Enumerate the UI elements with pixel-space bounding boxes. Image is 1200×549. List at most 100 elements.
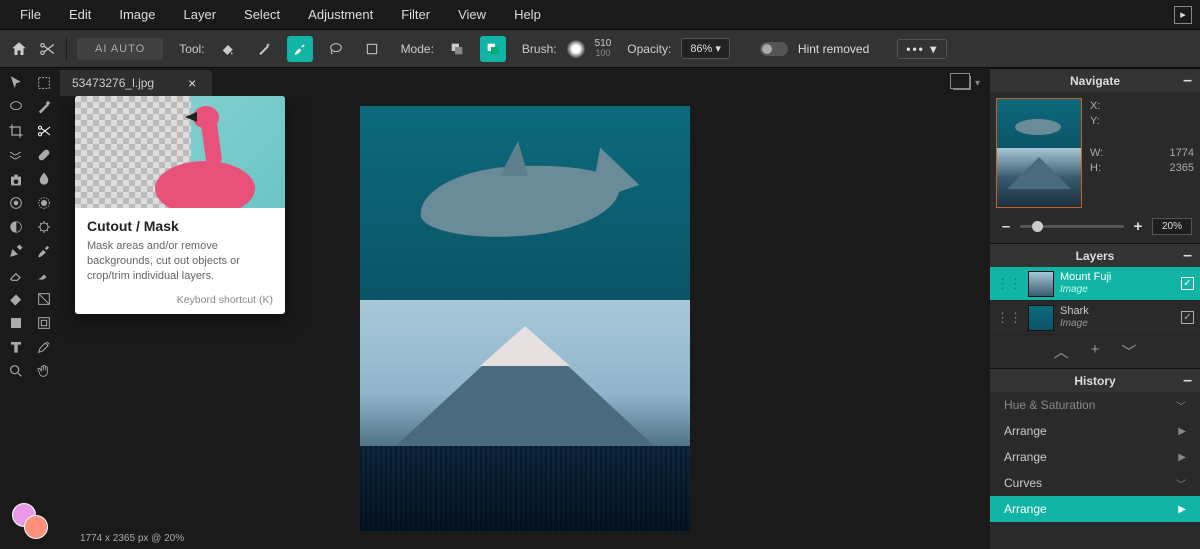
tool-fill-icon[interactable] [215,36,241,62]
sponge-tool-icon[interactable] [35,194,53,212]
history-panel-header[interactable]: History– [990,368,1200,392]
layer-name: Shark [1060,305,1175,318]
scissors-icon[interactable] [38,40,56,58]
lasso-tool-icon[interactable] [7,98,25,116]
pen-tool-icon[interactable] [7,242,25,260]
hint-toggle[interactable] [760,42,788,56]
hand-tool-icon[interactable] [35,362,53,380]
play-icon: ▶ [1178,426,1186,437]
gradient-tool-icon[interactable] [35,290,53,308]
layer-name: Mount Fuji [1060,271,1175,284]
zoom-slider[interactable] [1020,225,1124,228]
opacity-dropdown[interactable]: 86% ▾ [681,38,730,59]
text-tool-icon[interactable] [7,338,25,356]
close-tab-icon[interactable]: × [184,75,200,91]
home-icon[interactable] [10,40,28,58]
play-icon: ▶ [1178,452,1186,463]
status-bar: 1774 x 2365 px @ 20% [60,531,990,549]
more-options-button[interactable]: ••• ▾ [897,39,947,59]
zoom-value[interactable]: 20% [1152,218,1192,235]
liquify-tool-icon[interactable] [7,146,25,164]
chevron-down-icon: ﹀ [1176,398,1186,413]
fill-tool-icon[interactable] [7,290,25,308]
history-item[interactable]: Hue & Saturation﹀ [990,392,1200,418]
document-tabs: 53473276_l.jpg × ▾ [60,68,990,96]
drag-handle-icon[interactable]: ⋮⋮ [996,310,1022,326]
toggle-panels-icon[interactable]: ▸ [1174,6,1192,24]
menu-adjustment[interactable]: Adjustment [296,3,385,26]
nav-x-label: X: [1090,100,1100,112]
layers-panel: ⋮⋮ Mount FujiImage ✓ ⋮⋮ SharkImage ✓ ︿ +… [990,267,1200,368]
color-swatches[interactable] [12,503,48,539]
tool-shape-icon[interactable] [359,36,385,62]
dodge-tool-icon[interactable] [7,218,25,236]
menu-select[interactable]: Select [232,3,292,26]
eraser-tool-icon[interactable] [7,266,25,284]
layer-visibility-checkbox[interactable]: ✓ [1181,311,1194,324]
zoom-out-button[interactable]: – [998,218,1014,235]
zoom-in-button[interactable]: + [1130,218,1146,235]
arrow-tool-icon[interactable] [7,74,25,92]
zoom-tool-icon[interactable] [7,362,25,380]
canvas[interactable] [360,106,690,531]
layer-up-icon[interactable]: ︿ [1054,341,1069,362]
minimize-icon[interactable]: – [1183,72,1192,90]
opacity-label: Opacity: [627,42,671,56]
marquee-tool-icon[interactable] [35,74,53,92]
tool-wand-icon[interactable] [251,36,277,62]
history-item[interactable]: Arrange▶ [990,418,1200,444]
brush-size-value[interactable]: 510100 [595,39,612,58]
hint-label: Hint removed [798,42,869,56]
layer-visibility-checkbox[interactable]: ✓ [1181,277,1194,290]
smudge-tool-icon[interactable] [35,266,53,284]
mode-subtract-icon[interactable] [480,36,506,62]
brush-tool-icon[interactable] [35,242,53,260]
layer-item[interactable]: ⋮⋮ Mount FujiImage ✓ [990,267,1200,301]
history-item[interactable]: Arrange▶ [990,444,1200,470]
heal-tool-icon[interactable] [35,146,53,164]
layer-thumbnail[interactable] [1028,271,1054,297]
burn-tool-icon[interactable] [35,218,53,236]
clone-tool-icon[interactable] [7,170,25,188]
blur-tool-icon[interactable] [35,170,53,188]
tool-lasso-icon[interactable] [323,36,349,62]
picker-tool-icon[interactable] [35,338,53,356]
cutout-tool-icon[interactable] [35,122,53,140]
document-tab[interactable]: 53473276_l.jpg × [60,70,212,96]
window-arrange-icon[interactable] [953,76,971,90]
canvas-layer-shark [360,106,690,300]
menu-layer[interactable]: Layer [172,3,229,26]
navigator-thumbnail[interactable] [996,98,1082,208]
minimize-icon[interactable]: – [1183,372,1192,390]
layer-item[interactable]: ⋮⋮ SharkImage ✓ [990,301,1200,335]
nav-h-label: H: [1090,162,1101,174]
frame-tool-icon[interactable] [35,314,53,332]
history-item[interactable]: Curves﹀ [990,470,1200,496]
brush-label: Brush: [522,42,557,56]
ai-auto-button[interactable]: AI AUTO [77,38,163,60]
nav-w-label: W: [1090,147,1103,159]
wand-tool-icon[interactable] [35,98,53,116]
layer-add-icon[interactable]: + [1091,341,1100,362]
brush-preview-icon[interactable] [567,40,585,58]
toolbox [0,68,60,549]
layers-panel-header[interactable]: Layers– [990,243,1200,267]
menu-image[interactable]: Image [107,3,167,26]
menu-file[interactable]: File [8,3,53,26]
menu-help[interactable]: Help [502,3,553,26]
menu-view[interactable]: View [446,3,498,26]
crop-tool-icon[interactable] [7,122,25,140]
layer-thumbnail[interactable] [1028,305,1054,331]
mode-add-icon[interactable] [444,36,470,62]
detail-tool-icon[interactable] [7,194,25,212]
drag-handle-icon[interactable]: ⋮⋮ [996,276,1022,292]
layer-down-icon[interactable]: ﹀ [1121,341,1136,362]
minimize-icon[interactable]: – [1183,247,1192,265]
tool-brush-icon[interactable] [287,36,313,62]
history-item[interactable]: Arrange▶ [990,496,1200,522]
menu-edit[interactable]: Edit [57,3,103,26]
menu-filter[interactable]: Filter [389,3,442,26]
shape-tool-icon[interactable] [7,314,25,332]
canvas-area[interactable]: Cutout / Mask Mask areas and/or remove b… [60,96,990,531]
navigate-panel-header[interactable]: Navigate– [990,68,1200,92]
